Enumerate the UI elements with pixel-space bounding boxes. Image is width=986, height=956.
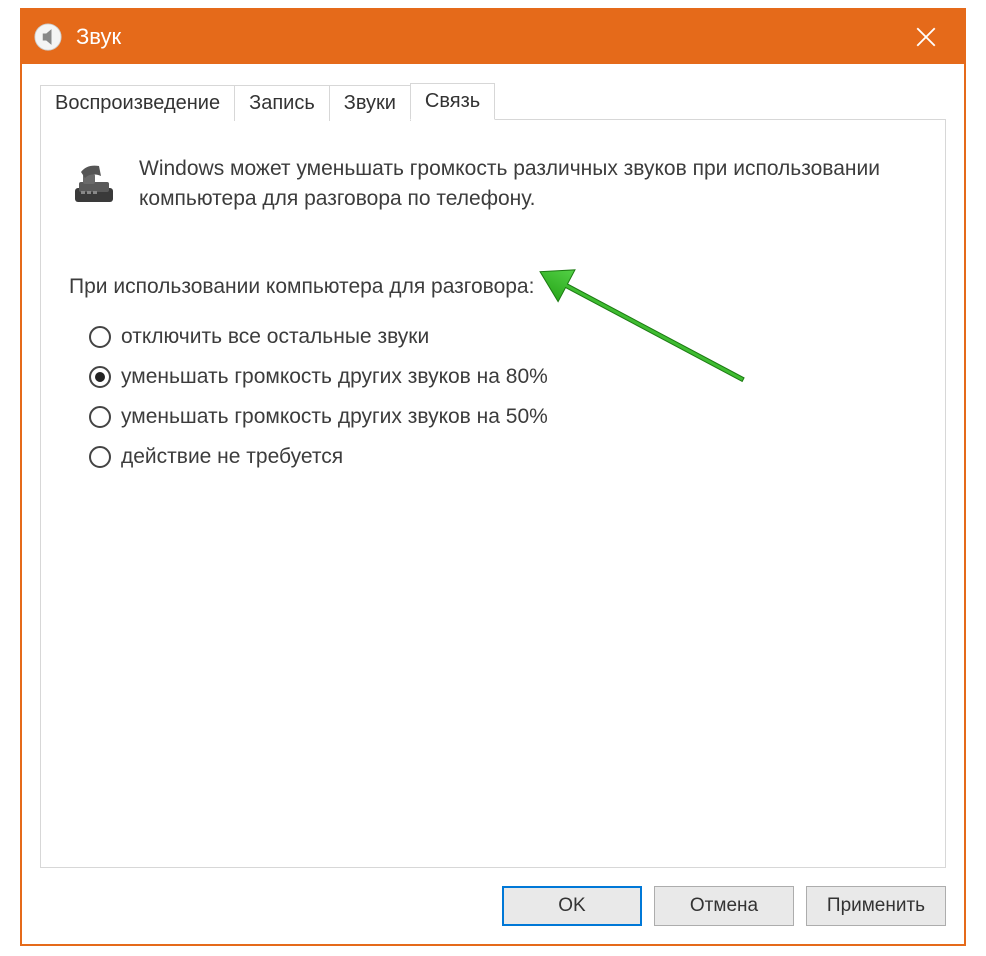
radio-label: отключить все остальные звуки xyxy=(121,325,429,349)
tab-playback[interactable]: Воспроизведение xyxy=(40,85,235,121)
sound-dialog: Звук Воспроизведение Запись Звуки Связь xyxy=(20,8,966,946)
radio-group: отключить все остальные звуки уменьшать … xyxy=(69,325,917,469)
tab-sounds[interactable]: Звуки xyxy=(329,85,411,121)
tab-communications[interactable]: Связь xyxy=(410,83,495,120)
radio-label: уменьшать громкость других звуков на 80% xyxy=(121,365,548,389)
radio-label: действие не требуется xyxy=(121,445,343,469)
section-label: При использовании компьютера для разгово… xyxy=(69,275,917,299)
info-text: Windows может уменьшать громкость различ… xyxy=(139,154,899,215)
window-title: Звук xyxy=(76,24,896,50)
radio-indicator xyxy=(89,366,111,388)
sound-app-icon xyxy=(34,23,62,51)
radio-reduce-50[interactable]: уменьшать громкость других звуков на 50% xyxy=(89,405,917,429)
tab-recording[interactable]: Запись xyxy=(234,85,330,121)
info-row: Windows может уменьшать громкость различ… xyxy=(69,154,917,215)
titlebar: Звук xyxy=(22,10,964,64)
radio-indicator xyxy=(89,446,111,468)
close-button[interactable] xyxy=(896,10,956,64)
dialog-buttons: OK Отмена Применить xyxy=(22,886,964,944)
radio-indicator xyxy=(89,406,111,428)
phone-icon xyxy=(69,158,119,208)
close-icon xyxy=(916,27,936,47)
radio-mute-all[interactable]: отключить все остальные звуки xyxy=(89,325,917,349)
apply-button[interactable]: Применить xyxy=(806,886,946,926)
cancel-button[interactable]: Отмена xyxy=(654,886,794,926)
client-area: Воспроизведение Запись Звуки Связь xyxy=(22,64,964,886)
radio-indicator xyxy=(89,326,111,348)
radio-do-nothing[interactable]: действие не требуется xyxy=(89,445,917,469)
radio-reduce-80[interactable]: уменьшать громкость других звуков на 80% xyxy=(89,365,917,389)
communications-panel: Windows может уменьшать громкость различ… xyxy=(40,119,946,868)
ok-button[interactable]: OK xyxy=(502,886,642,926)
tab-strip: Воспроизведение Запись Звуки Связь xyxy=(40,82,946,119)
radio-label: уменьшать громкость других звуков на 50% xyxy=(121,405,548,429)
